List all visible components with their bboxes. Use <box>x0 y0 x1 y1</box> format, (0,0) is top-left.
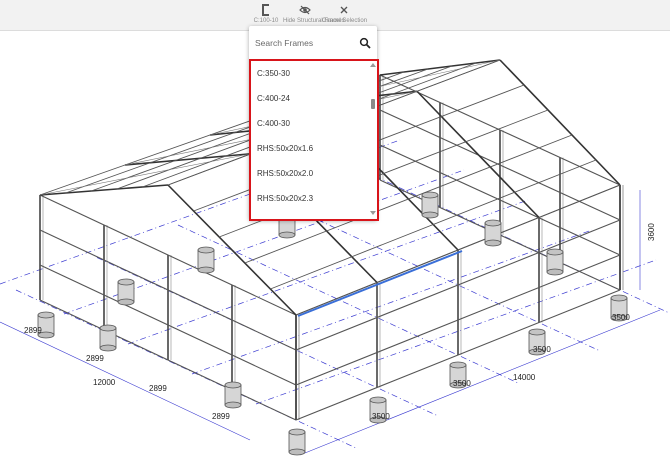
search-frames-panel: C:350-30 C:400-24 C:400-30 RHS:50x20x1.6… <box>249 26 379 221</box>
hide-structural-frames-button[interactable]: Hide Structural Frames <box>283 4 345 24</box>
dimension-label: 3500 <box>533 345 551 354</box>
search-row <box>249 26 377 58</box>
dimension-label: 2899 <box>212 412 230 421</box>
list-item[interactable]: RHS:50x20x2.0 <box>251 161 377 186</box>
list-item[interactable]: RHS:50x20x2.3 <box>251 186 377 211</box>
c-section-icon <box>262 4 269 16</box>
frame-section-tool[interactable]: C:100-10 <box>244 4 288 24</box>
list-scrollbar[interactable] <box>370 63 376 215</box>
close-icon <box>340 6 348 14</box>
dimension-label: 3500 <box>372 412 390 421</box>
search-icon[interactable] <box>359 37 371 49</box>
scroll-up-icon[interactable] <box>370 63 376 67</box>
scroll-down-icon[interactable] <box>370 211 376 215</box>
list-item[interactable]: C:350-30 <box>251 61 377 86</box>
dimension-label: 2899 <box>86 354 104 363</box>
list-item[interactable]: C:400-30 <box>251 111 377 136</box>
dimension-label: 3500 <box>612 313 630 322</box>
dimension-label: 2899 <box>149 384 167 393</box>
search-frames-input[interactable] <box>255 36 351 50</box>
cancel-selection-label: Cancel Selection <box>322 18 368 24</box>
scroll-thumb[interactable] <box>371 99 375 109</box>
frame-list[interactable]: C:350-30 C:400-24 C:400-30 RHS:50x20x1.6… <box>249 59 379 221</box>
hide-structural-frames-label: Hide Structural Frames <box>283 18 345 24</box>
list-item[interactable]: RHS:50x20x1.6 <box>251 136 377 161</box>
dimension-label: 12000 <box>93 378 116 387</box>
dimension-label: 14000 <box>513 373 536 382</box>
eye-off-icon <box>299 5 311 15</box>
dimension-label: 2899 <box>24 326 42 335</box>
cancel-selection-button[interactable]: Cancel Selection <box>322 4 368 24</box>
dimension-label: 3600 <box>647 223 656 241</box>
list-item[interactable]: C:400-24 <box>251 86 377 111</box>
dimension-label: 3500 <box>453 379 471 388</box>
frame-section-label: C:100-10 <box>253 18 279 24</box>
